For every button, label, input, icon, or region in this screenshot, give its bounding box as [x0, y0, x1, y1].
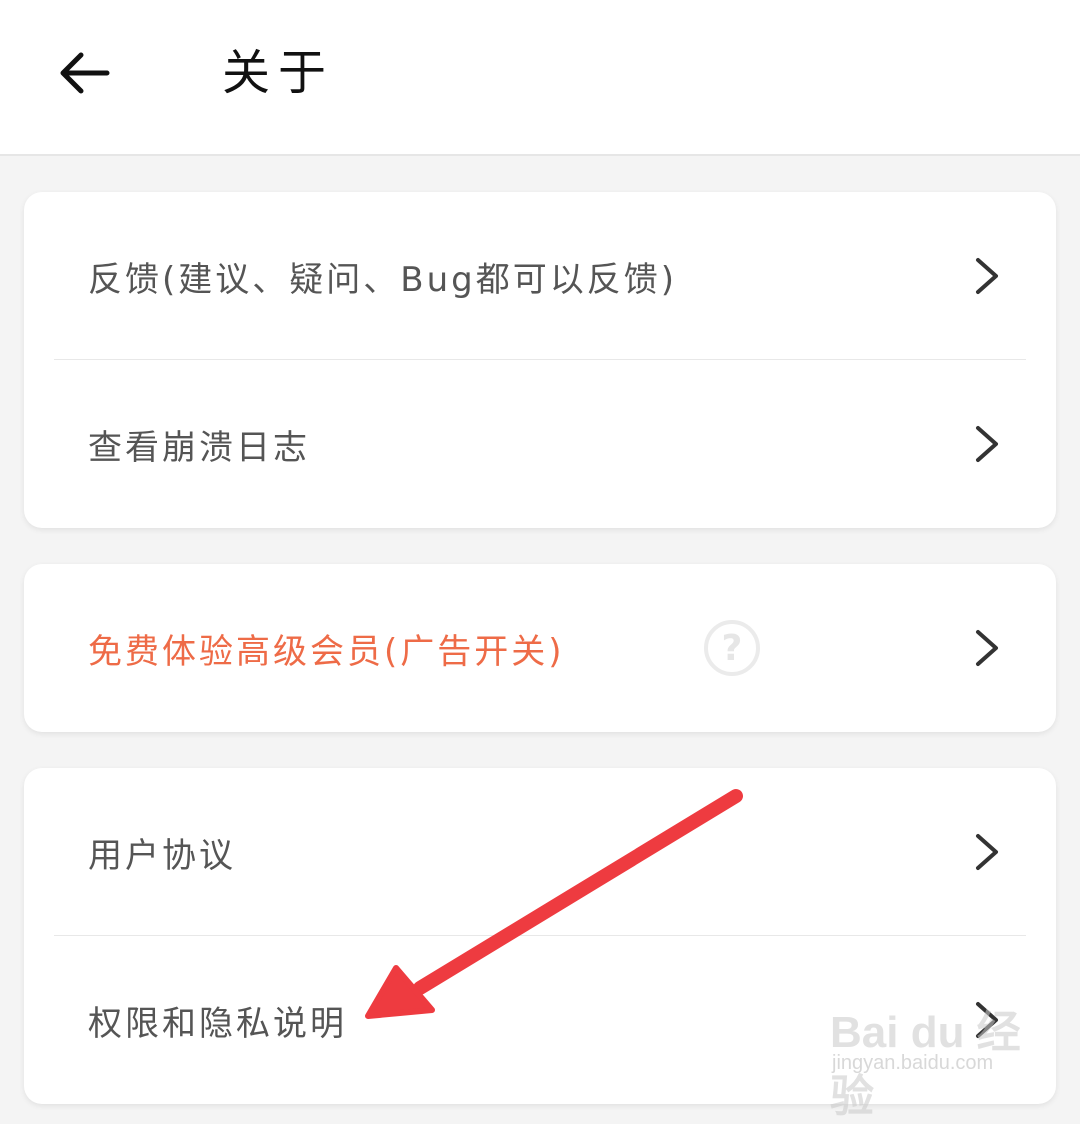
privacy-label: 权限和隐私说明	[88, 1003, 347, 1044]
crash-log-item[interactable]: 查看崩溃日志	[24, 360, 1056, 528]
app-header: 关于	[0, 0, 1080, 156]
premium-card: 免费体验高级会员(广告开关) ?	[24, 564, 1056, 732]
crash-log-label: 查看崩溃日志	[88, 427, 310, 468]
feedback-card: 反馈(建议、疑问、Bug都可以反馈) 查看崩溃日志	[24, 192, 1056, 528]
back-button[interactable]	[50, 38, 120, 108]
feedback-item[interactable]: 反馈(建议、疑问、Bug都可以反馈)	[24, 192, 1056, 360]
user-agreement-item[interactable]: 用户协议	[24, 768, 1056, 936]
chevron-right-icon	[976, 258, 998, 294]
user-agreement-label: 用户协议	[88, 835, 236, 876]
legal-card: 用户协议 权限和隐私说明	[24, 768, 1056, 1104]
chevron-right-icon	[976, 1002, 998, 1038]
help-icon[interactable]: ?	[704, 620, 760, 676]
privacy-item[interactable]: 权限和隐私说明	[24, 936, 1056, 1104]
chevron-right-icon	[976, 834, 998, 870]
chevron-right-icon	[976, 630, 998, 666]
premium-trial-item[interactable]: 免费体验高级会员(广告开关) ?	[24, 564, 1056, 732]
premium-trial-label: 免费体验高级会员(广告开关)	[88, 631, 565, 672]
arrow-left-icon	[60, 52, 110, 94]
chevron-right-icon	[976, 426, 998, 462]
feedback-label: 反馈(建议、疑问、Bug都可以反馈)	[88, 259, 677, 300]
page-title: 关于	[222, 45, 335, 101]
